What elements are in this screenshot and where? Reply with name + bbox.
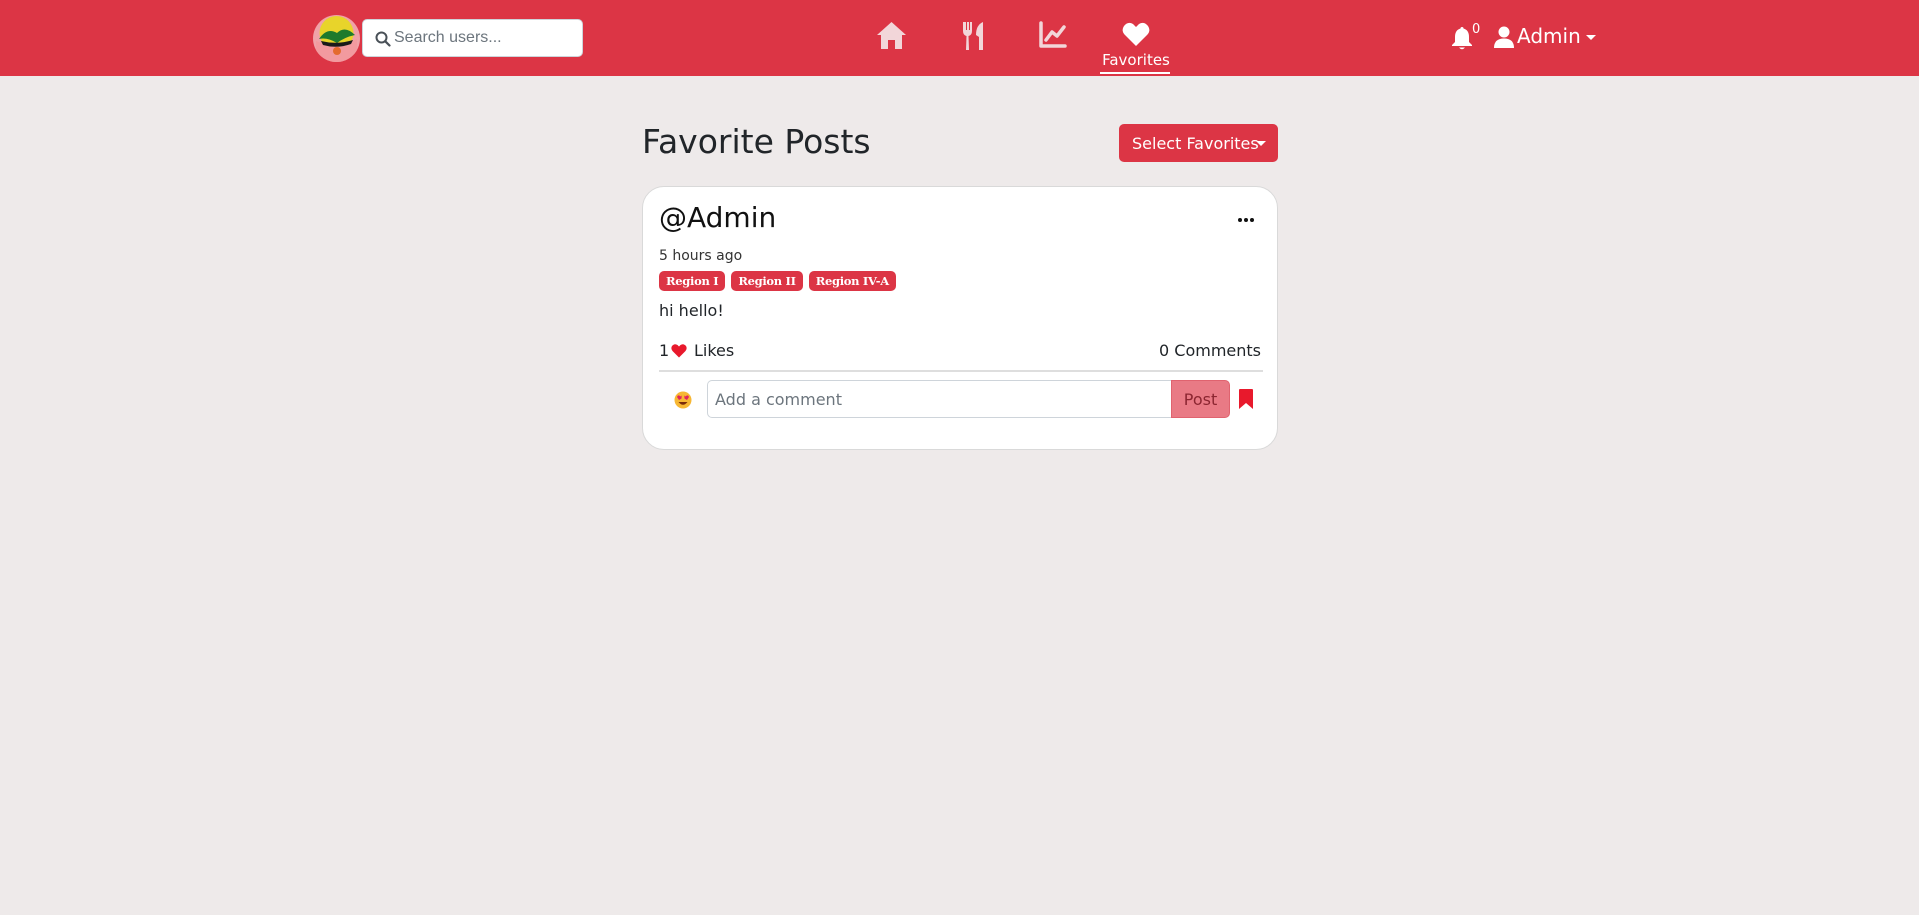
active-underline xyxy=(1100,72,1170,74)
bookmark-icon[interactable] xyxy=(1239,389,1253,409)
chart-line-icon xyxy=(1039,21,1067,48)
tag-badge: Region I xyxy=(659,271,726,291)
top-navbar: Favorites 0 Admin xyxy=(0,0,1919,76)
nav-home[interactable] xyxy=(875,20,908,52)
likes-count: 1 xyxy=(659,341,670,360)
more-options-icon[interactable] xyxy=(1237,217,1255,223)
app-logo[interactable] xyxy=(313,15,360,62)
likes-label: Likes xyxy=(694,341,735,360)
comment-input[interactable] xyxy=(707,380,1172,418)
nav-favorites-label: Favorites xyxy=(1102,51,1170,69)
select-favorites-button[interactable]: Select Favorites xyxy=(1119,124,1278,162)
nav-stats[interactable] xyxy=(1038,20,1068,50)
user-menu-dropdown[interactable]: Admin xyxy=(1494,24,1598,52)
tag-badge: Region IV-A xyxy=(808,271,896,291)
fork-knife-icon xyxy=(963,22,983,50)
divider xyxy=(659,370,1263,372)
search-box[interactable] xyxy=(362,19,583,57)
home-icon xyxy=(877,22,906,49)
comments-count[interactable]: 0 Comments xyxy=(1159,341,1261,360)
user-name: Admin xyxy=(1517,24,1581,48)
page-title: Favorite Posts xyxy=(642,122,871,161)
tag-badge: Region II xyxy=(731,271,803,291)
search-input[interactable] xyxy=(394,21,579,55)
post-timestamp: 5 hours ago xyxy=(659,248,743,264)
select-favorites-label: Select Favorites xyxy=(1132,133,1259,153)
post-tags: Region I Region II Region IV-A xyxy=(659,271,896,291)
post-content: hi hello! xyxy=(659,301,724,320)
bell-icon[interactable] xyxy=(1450,25,1474,51)
heart-icon[interactable] xyxy=(671,344,687,358)
heart-icon xyxy=(1122,22,1150,46)
nav-favorites[interactable]: Favorites xyxy=(1100,22,1172,78)
nav-food[interactable] xyxy=(961,20,987,52)
user-avatar-emoji xyxy=(674,391,692,409)
post-card: @Admin 5 hours ago Region I Region II Re… xyxy=(642,186,1278,450)
search-icon xyxy=(375,31,391,47)
chevron-down-icon xyxy=(1256,141,1266,146)
chevron-down-icon xyxy=(1586,35,1596,40)
post-comment-button[interactable]: Post xyxy=(1171,380,1230,418)
notification-count: 0 xyxy=(1472,22,1481,37)
post-author[interactable]: @Admin xyxy=(659,201,776,234)
user-icon xyxy=(1494,26,1514,48)
